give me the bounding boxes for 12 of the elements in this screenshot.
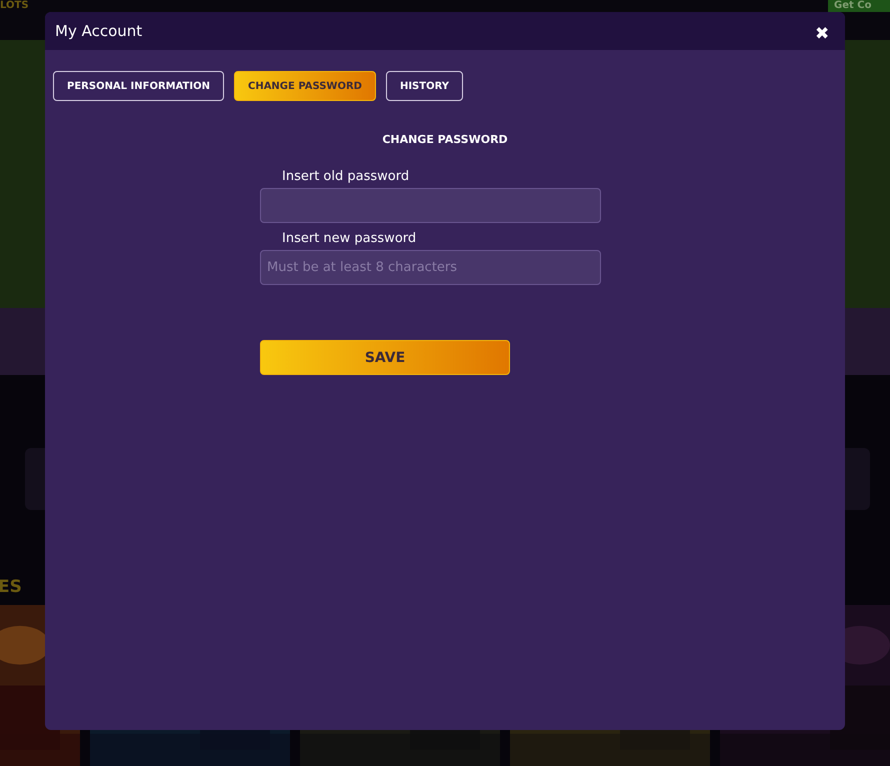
- password-field[interactable]: [260, 188, 601, 223]
- password-field[interactable]: Must be at least 8 characters: [260, 250, 601, 285]
- modal-title: My Account: [55, 22, 142, 40]
- field-label: Insert new password: [281, 230, 418, 247]
- tab[interactable]: HISTORY: [386, 71, 463, 101]
- close-button[interactable]: ✖: [815, 22, 829, 44]
- tab[interactable]: CHANGE PASSWORD: [234, 71, 376, 101]
- save-button[interactable]: SAVE: [260, 340, 510, 375]
- logo-text: LOTS: [0, 0, 29, 11]
- field-label: Insert old password: [281, 168, 410, 185]
- section-title: CHANGE PASSWORD: [381, 133, 509, 146]
- tab[interactable]: PERSONAL INFORMATION: [53, 71, 224, 101]
